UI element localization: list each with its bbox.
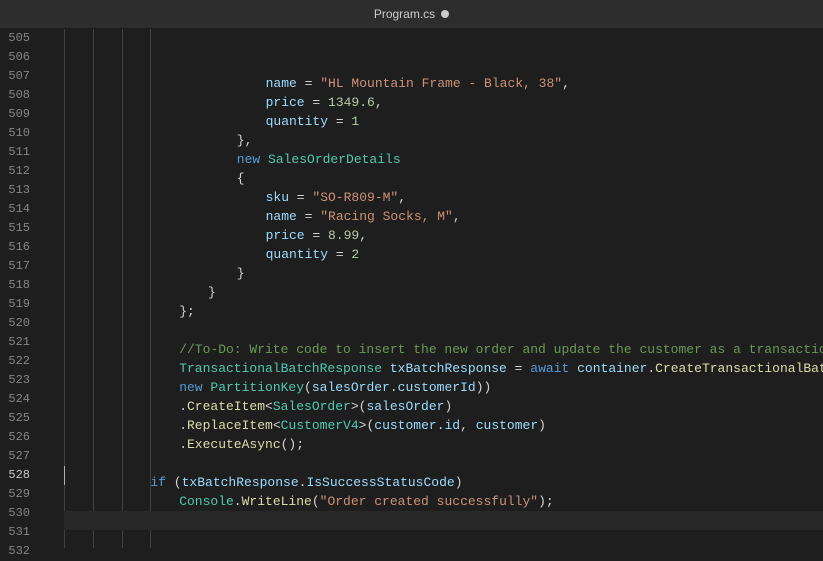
line-number: 518 <box>0 276 44 295</box>
line-number: 513 <box>0 181 44 200</box>
line-number-gutter: 5055065075085095105115125135145155165175… <box>0 28 44 548</box>
code-line[interactable]: Console.WriteLine("Order created success… <box>64 492 823 511</box>
code-line[interactable]: name = "Racing Socks, M", <box>64 207 823 226</box>
line-number: 516 <box>0 238 44 257</box>
line-number: 514 <box>0 200 44 219</box>
line-number: 505 <box>0 29 44 48</box>
code-line[interactable] <box>64 530 823 548</box>
line-number: 525 <box>0 409 44 428</box>
code-line[interactable] <box>64 321 823 340</box>
tab-filename: Program.cs <box>374 7 435 21</box>
line-number: 517 <box>0 257 44 276</box>
line-number: 509 <box>0 105 44 124</box>
code-line[interactable]: if (txBatchResponse.IsSuccessStatusCode) <box>64 473 823 492</box>
line-number: 527 <box>0 447 44 466</box>
code-line[interactable]: .ReplaceItem<CustomerV4>(customer.id, cu… <box>64 416 823 435</box>
code-line[interactable]: new PartitionKey(salesOrder.customerId)) <box>64 378 823 397</box>
unsaved-dot-icon <box>441 10 449 18</box>
code-line[interactable]: } <box>64 283 823 302</box>
line-number: 526 <box>0 428 44 447</box>
code-line[interactable]: name = "HL Mountain Frame - Black, 38", <box>64 74 823 93</box>
line-number: 507 <box>0 67 44 86</box>
line-number: 523 <box>0 371 44 390</box>
code-line[interactable] <box>64 454 823 473</box>
line-number: 528 <box>0 466 44 485</box>
editor-tabbar: Program.cs <box>0 0 823 28</box>
code-line[interactable]: { <box>64 169 823 188</box>
code-line[interactable]: }; <box>64 302 823 321</box>
file-tab[interactable]: Program.cs <box>364 0 459 28</box>
code-line[interactable]: price = 1349.6, <box>64 93 823 112</box>
line-number: 529 <box>0 485 44 504</box>
line-number: 508 <box>0 86 44 105</box>
line-number: 510 <box>0 124 44 143</box>
code-line[interactable]: price = 8.99, <box>64 226 823 245</box>
line-number: 511 <box>0 143 44 162</box>
code-line[interactable] <box>64 511 823 530</box>
code-line[interactable]: //To-Do: Write code to insert the new or… <box>64 340 823 359</box>
line-number: 532 <box>0 542 44 561</box>
code-line[interactable]: }, <box>64 131 823 150</box>
text-cursor <box>64 466 65 485</box>
code-line[interactable]: new SalesOrderDetails <box>64 150 823 169</box>
code-line[interactable]: quantity = 2 <box>64 245 823 264</box>
code-editor[interactable]: 5055065075085095105115125135145155165175… <box>0 28 823 548</box>
line-number: 519 <box>0 295 44 314</box>
code-line[interactable]: .CreateItem<SalesOrder>(salesOrder) <box>64 397 823 416</box>
line-number: 530 <box>0 504 44 523</box>
code-line[interactable]: TransactionalBatchResponse txBatchRespon… <box>64 359 823 378</box>
code-line[interactable]: } <box>64 264 823 283</box>
code-line[interactable]: .ExecuteAsync(); <box>64 435 823 454</box>
line-number: 512 <box>0 162 44 181</box>
line-number: 521 <box>0 333 44 352</box>
code-line[interactable]: quantity = 1 <box>64 112 823 131</box>
line-number: 520 <box>0 314 44 333</box>
code-area[interactable]: name = "HL Mountain Frame - Black, 38",p… <box>44 28 823 548</box>
line-number: 522 <box>0 352 44 371</box>
code-line[interactable]: sku = "SO-R809-M", <box>64 188 823 207</box>
line-number: 531 <box>0 523 44 542</box>
line-number: 506 <box>0 48 44 67</box>
line-number: 524 <box>0 390 44 409</box>
line-number: 515 <box>0 219 44 238</box>
